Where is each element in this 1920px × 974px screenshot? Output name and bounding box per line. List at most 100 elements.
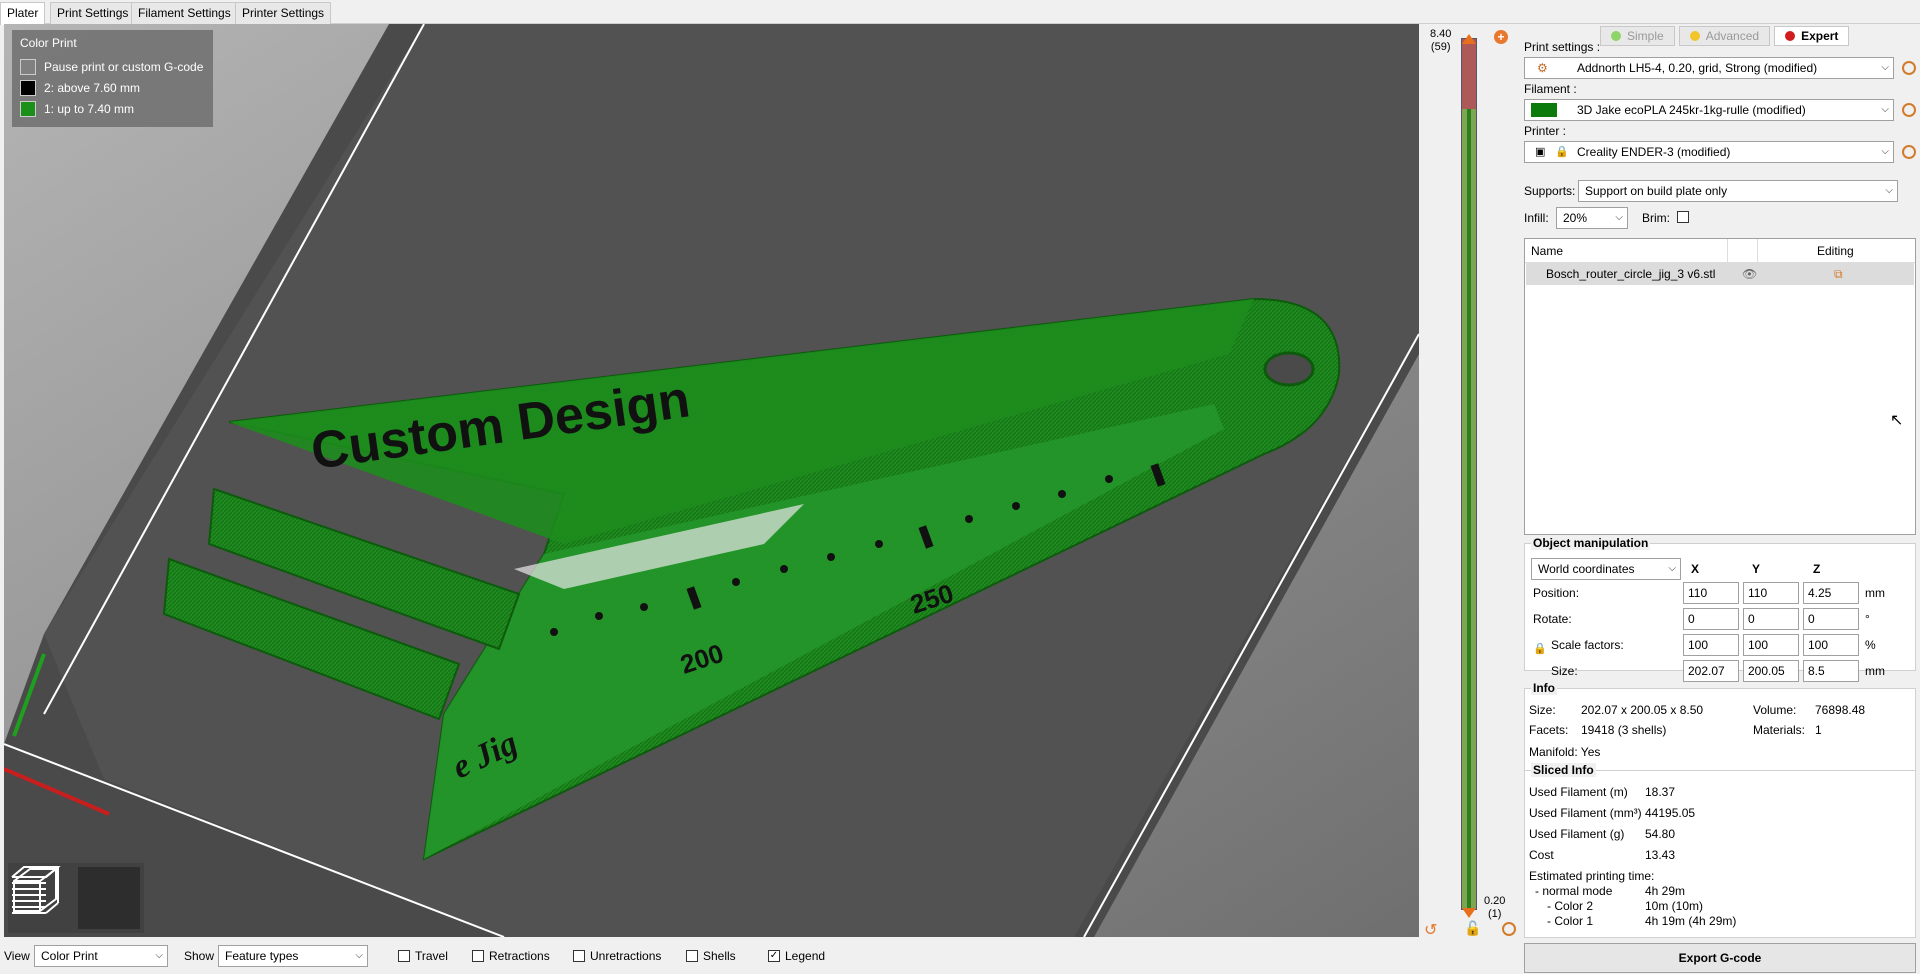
printer-combo[interactable]: ▣ 🔒 Creality ENDER-3 (modified) ⌵ [1524,141,1894,163]
rotate-label: Rotate: [1533,612,1572,626]
printer-icon: ▣ [1535,146,1546,158]
slider-pause-segment [1462,39,1476,109]
infill-combo[interactable]: 20% ⌵ [1556,207,1628,229]
object-row[interactable]: Bosch_router_circle_jig_3 v6.stl 👁 ⧉ [1526,263,1914,285]
chevron-down-icon: ⌵ [1881,104,1889,115]
info-size-label: Size: [1529,703,1556,717]
rotate-unit: ° [1865,612,1870,626]
mode-expert-button[interactable]: Expert [1774,26,1850,46]
3d-viewport[interactable]: Custom Design 200 250 e Jig Color Print … [4,24,1419,937]
show-combo[interactable]: Feature types ⌵ [218,945,368,967]
sliced-row-label: Cost [1529,848,1554,862]
info-materials-value: 1 [1815,723,1822,737]
info-facets-value: 19418 (3 shells) [1581,723,1667,737]
column-divider [1727,239,1728,263]
filament-value: 3D Jake ecoPLA 245kr-1kg-rulle (modified… [1577,103,1806,117]
legend-swatch [20,79,36,96]
rotate-x-input[interactable]: 0 [1683,608,1739,630]
eye-icon[interactable]: 👁 [1742,263,1757,285]
rotate-z-input[interactable]: 0 [1803,608,1859,630]
scale-label: Scale factors: [1551,638,1624,652]
z-header: Z [1813,562,1821,576]
brim-checkbox[interactable] [1677,211,1689,223]
info-volume-label: Volume: [1753,703,1797,717]
unretractions-label: Unretractions [590,949,662,963]
object-manipulation-title: Object manipulation [1531,536,1651,550]
retractions-checkbox[interactable] [472,950,484,962]
red-dot-icon [1785,31,1796,41]
shells-checkbox[interactable] [686,950,698,962]
chevron-down-icon: ⌵ [355,950,363,961]
undo-arrow-icon[interactable]: ↺ [1424,920,1437,940]
size-unit: mm [1865,664,1885,678]
scale-z-input[interactable]: 100 [1803,634,1859,656]
add-color-change-icon[interactable]: + [1494,30,1508,44]
show-value: Feature types [225,949,299,963]
shells-label: Shells [703,949,736,963]
show-label: Show [184,949,215,963]
object-list-header: Name Editing [1525,239,1915,263]
size-y-input[interactable]: 200.05 [1743,660,1799,682]
mode-simple-button[interactable]: Simple [1600,26,1675,46]
x-header: X [1691,562,1700,576]
size-z-input[interactable]: 8.5 [1803,660,1859,682]
scale-lock-icon[interactable]: 🔒 [1533,642,1547,655]
legend-checkbox[interactable]: ✓ [768,950,780,962]
main-tabbar: Plater Print Settings Filament Settings … [0,0,1920,25]
size-x-input[interactable]: 202.07 [1683,660,1739,682]
filament-gear-icon[interactable] [1902,103,1916,117]
scale-x-input[interactable]: 100 [1683,634,1739,656]
unlock-icon[interactable]: 🔓 [1464,920,1481,937]
slider-track[interactable] [1461,38,1477,910]
view-combo[interactable]: Color Print ⌵ [34,945,168,967]
print-profile-icon: ⚙ [1537,61,1548,75]
tab-print-settings[interactable]: Print Settings [50,2,136,24]
y-header: Y [1752,562,1761,576]
object-name: Bosch_router_circle_jig_3 v6.stl [1546,267,1716,281]
sliced-row-value: 18.37 [1645,785,1676,799]
color2-label: - Color 2 [1547,899,1594,913]
sliced-row-label: Used Filament (mm³) [1529,806,1642,820]
supports-combo[interactable]: Support on build plate only ⌵ [1578,180,1898,202]
tab-plater[interactable]: Plater [0,2,46,25]
filament-color-swatch [1531,103,1557,117]
slider-bottom-layer: (1) [1487,908,1502,920]
print-settings-gear-icon[interactable] [1902,61,1916,75]
slider-lower-thumb[interactable] [1462,908,1476,918]
position-z-input[interactable]: 4.25 [1803,582,1859,604]
edit-settings-icon[interactable]: ⧉ [1834,263,1843,285]
position-x-input[interactable]: 110 [1683,582,1739,604]
hanging-hole [1263,351,1315,387]
info-facets-label: Facets: [1529,723,1569,737]
legend-label: 2: above 7.60 mm [44,80,141,95]
rotate-y-input[interactable]: 0 [1743,608,1799,630]
lock-icon: 🔒 [1555,146,1569,158]
travel-checkbox[interactable] [398,950,410,962]
slider-top-label: 8.40 (59) [1430,28,1451,54]
unretractions-checkbox[interactable] [573,950,585,962]
mode-advanced-button[interactable]: Advanced [1678,26,1771,46]
mode-expert-label: Expert [1801,29,1839,43]
printer-gear-icon[interactable] [1902,145,1916,159]
print-time-label: Estimated printing time: [1529,869,1655,883]
tab-filament-settings[interactable]: Filament Settings [131,2,238,24]
brim-label: Brim: [1642,211,1670,225]
coordinates-combo[interactable]: World coordinates ⌵ [1531,558,1681,580]
print-settings-combo[interactable]: ⚙ Addnorth LH5-4, 0.20, grid, Strong (mo… [1524,57,1894,79]
preview-button[interactable] [11,866,140,929]
scale-y-input[interactable]: 100 [1743,634,1799,656]
position-y-input[interactable]: 110 [1743,582,1799,604]
sliced-row-label: Used Filament (m) [1529,785,1628,799]
info-title: Info [1531,681,1557,695]
object-list: Name Editing Bosch_router_circle_jig_3 v… [1524,238,1916,535]
scale-unit: % [1865,638,1876,652]
filament-combo[interactable]: 3D Jake ecoPLA 245kr-1kg-rulle (modified… [1524,99,1894,121]
legend-title: Color Print [20,36,77,50]
slider-gear-icon[interactable] [1502,922,1516,936]
mode-advanced-label: Advanced [1705,29,1760,43]
export-gcode-button[interactable]: Export G-code [1524,943,1916,973]
infill-label: Infill: [1524,211,1549,225]
retractions-label: Retractions [489,949,550,963]
position-label: Position: [1533,586,1580,600]
tab-printer-settings[interactable]: Printer Settings [235,2,332,24]
